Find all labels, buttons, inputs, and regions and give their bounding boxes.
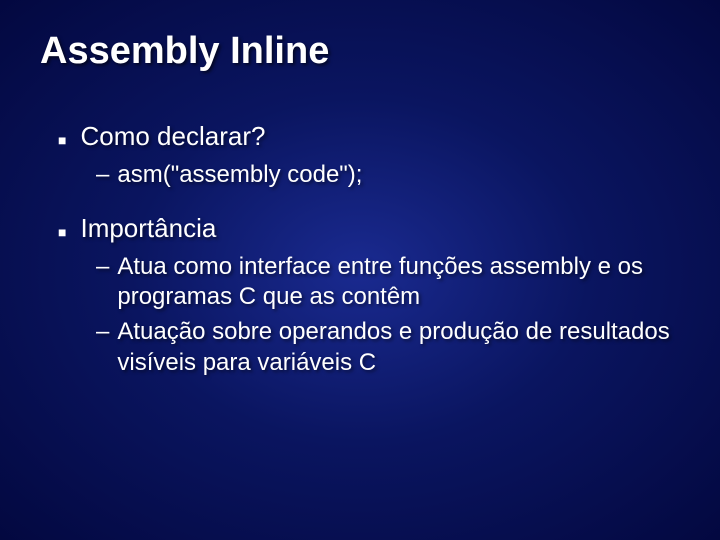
sub-bullet-item: – asm("assembly code"); [96, 160, 680, 191]
sub-bullet-item: – Atua como interface entre funções asse… [96, 252, 680, 313]
bullet-text: Importância [80, 213, 216, 244]
bullet-item: ■ Importância [58, 213, 680, 246]
dash-bullet-icon: – [96, 253, 109, 281]
sub-bullet-text: Atuação sobre operandos e produção de re… [117, 317, 680, 378]
square-bullet-icon: ■ [58, 218, 66, 246]
sub-bullet-text: asm("assembly code"); [117, 160, 362, 191]
sub-bullet-text: Atua como interface entre funções assemb… [117, 252, 680, 313]
square-bullet-icon: ■ [58, 126, 66, 154]
slide-title: Assembly Inline [40, 30, 680, 73]
sub-bullet-item: – Atuação sobre operandos e produção de … [96, 317, 680, 378]
dash-bullet-icon: – [96, 318, 109, 346]
bullet-item: ■ Como declarar? [58, 121, 680, 154]
bullet-text: Como declarar? [80, 121, 265, 152]
dash-bullet-icon: – [96, 161, 109, 189]
